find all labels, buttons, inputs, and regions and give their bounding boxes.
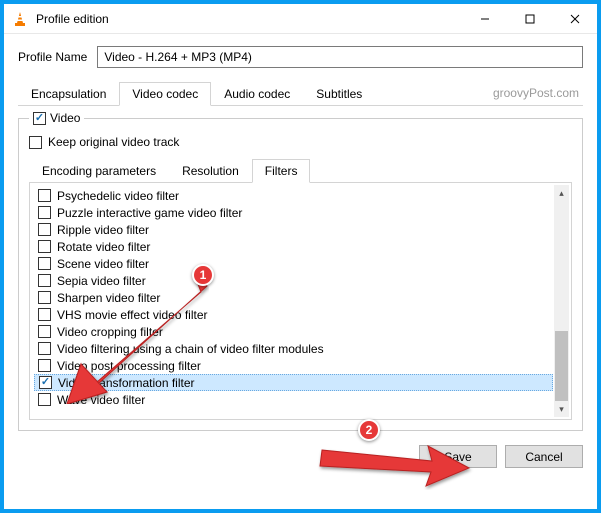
filter-label: Psychedelic video filter (57, 189, 179, 203)
filter-label: Video post processing filter (57, 359, 201, 373)
callout-1: 1 (192, 264, 214, 286)
profile-name-label: Profile Name (18, 50, 87, 64)
filter-row[interactable]: Video filtering using a chain of video f… (34, 340, 553, 357)
filter-row[interactable]: Rotate video filter (34, 238, 553, 255)
maximize-button[interactable] (507, 4, 552, 34)
filter-checkbox[interactable] (38, 240, 51, 253)
filter-label: Video transformation filter (58, 376, 195, 390)
filter-checkbox[interactable] (38, 257, 51, 270)
filter-row[interactable]: Video transformation filter (34, 374, 553, 391)
tab-audio-codec[interactable]: Audio codec (211, 82, 303, 106)
filter-row[interactable]: Scene video filter (34, 255, 553, 272)
filter-row[interactable]: Wave video filter (34, 391, 553, 408)
minimize-button[interactable] (462, 4, 507, 34)
titlebar: Profile edition (4, 4, 597, 34)
tab-encapsulation[interactable]: Encapsulation (18, 82, 119, 106)
filter-row[interactable]: Sharpen video filter (34, 289, 553, 306)
video-groupbox: Video Keep original video track Encoding… (18, 118, 583, 431)
profile-name-input[interactable] (97, 46, 583, 68)
callout-2: 2 (358, 419, 380, 441)
filter-label: Video cropping filter (57, 325, 163, 339)
filter-checkbox[interactable] (38, 325, 51, 338)
inner-tab-filters[interactable]: Filters (252, 159, 311, 183)
filter-label: Rotate video filter (57, 240, 150, 254)
filter-checkbox[interactable] (38, 359, 51, 372)
tab-video-codec[interactable]: Video codec (119, 82, 211, 106)
filter-label: Ripple video filter (57, 223, 149, 237)
filter-checkbox[interactable] (38, 291, 51, 304)
filter-row[interactable]: Ripple video filter (34, 221, 553, 238)
inner-tabs: Encoding parametersResolutionFilters (29, 159, 572, 183)
filter-checkbox[interactable] (39, 376, 52, 389)
filter-row[interactable]: Video cropping filter (34, 323, 553, 340)
vlc-icon (12, 11, 28, 27)
filter-row[interactable]: Video post processing filter (34, 357, 553, 374)
filter-checkbox[interactable] (38, 206, 51, 219)
watermark: groovyPost.com (493, 86, 579, 100)
keep-original-checkbox[interactable] (29, 136, 42, 149)
tab-subtitles[interactable]: Subtitles (303, 82, 375, 106)
filter-label: Sharpen video filter (57, 291, 160, 305)
inner-tab-encoding-parameters[interactable]: Encoding parameters (29, 159, 169, 183)
filter-label: Puzzle interactive game video filter (57, 206, 242, 220)
save-button[interactable]: Save (419, 445, 497, 468)
video-legend-label: Video (50, 111, 80, 125)
cancel-button[interactable]: Cancel (505, 445, 583, 468)
filter-row[interactable]: VHS movie effect video filter (34, 306, 553, 323)
filter-checkbox[interactable] (38, 342, 51, 355)
filter-label: Video filtering using a chain of video f… (57, 342, 324, 356)
scrollbar[interactable]: ▴ ▾ (554, 185, 569, 417)
filter-row[interactable]: Psychedelic video filter (34, 187, 553, 204)
filter-checkbox[interactable] (38, 223, 51, 236)
inner-tab-resolution[interactable]: Resolution (169, 159, 252, 183)
scroll-down-button[interactable]: ▾ (554, 401, 569, 417)
scroll-thumb[interactable] (555, 331, 568, 401)
window-title: Profile edition (36, 12, 462, 26)
filter-checkbox[interactable] (38, 189, 51, 202)
filter-label: Wave video filter (57, 393, 145, 407)
filter-row[interactable]: Sepia video filter (34, 272, 553, 289)
filters-panel: Psychedelic video filter Puzzle interacti… (29, 183, 572, 420)
filter-row[interactable]: Puzzle interactive game video filter (34, 204, 553, 221)
filter-checkbox[interactable] (38, 393, 51, 406)
filter-label: Scene video filter (57, 257, 149, 271)
keep-original-label: Keep original video track (48, 135, 179, 149)
close-button[interactable] (552, 4, 597, 34)
codec-tabs: EncapsulationVideo codecAudio codecSubti… (18, 82, 583, 106)
scroll-up-button[interactable]: ▴ (554, 185, 569, 201)
video-checkbox[interactable] (33, 112, 46, 125)
filter-label: Sepia video filter (57, 274, 146, 288)
filter-checkbox[interactable] (38, 308, 51, 321)
filter-label: VHS movie effect video filter (57, 308, 208, 322)
filter-checkbox[interactable] (38, 274, 51, 287)
